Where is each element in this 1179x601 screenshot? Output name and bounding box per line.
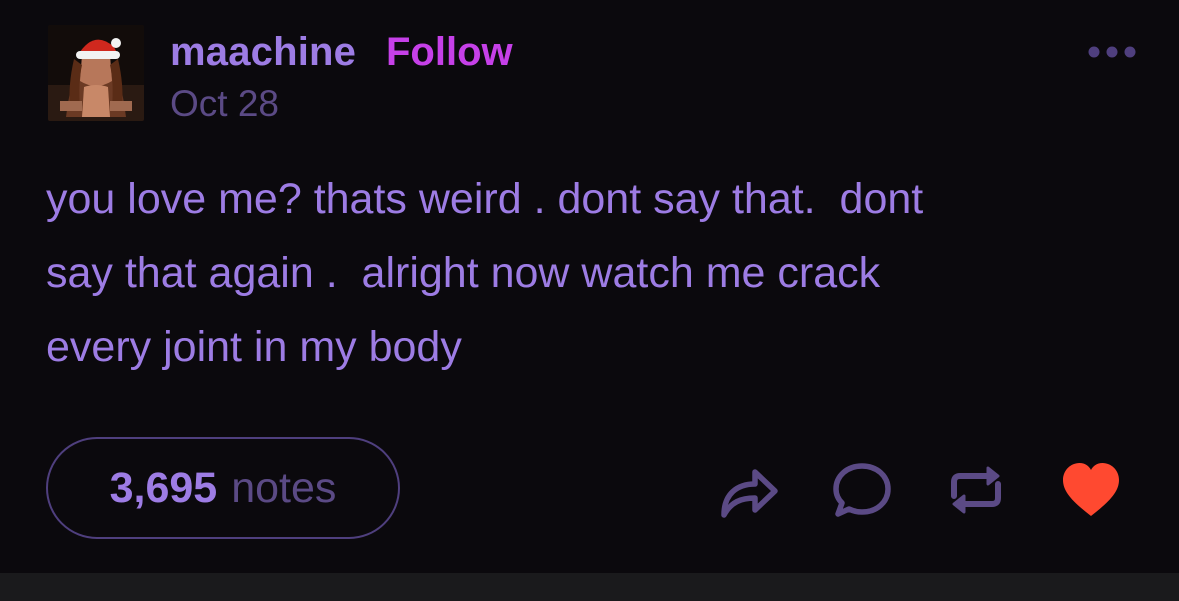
bottom-divider bbox=[0, 573, 1179, 601]
reblog-icon bbox=[951, 466, 1001, 514]
notes-count: 3,695 bbox=[109, 463, 218, 512]
notes-label: notes bbox=[231, 463, 337, 512]
post-body: you love me? thats weird . dont say that… bbox=[46, 175, 924, 371]
notes-button[interactable]: 3,695 notes bbox=[46, 437, 400, 539]
heart-icon bbox=[1063, 463, 1119, 516]
reply-bubble-icon bbox=[833, 463, 891, 517]
reply-button[interactable] bbox=[830, 458, 894, 522]
post-date: Oct 28 bbox=[170, 83, 279, 124]
post-card: maachine Follow Oct 28 you love me? that… bbox=[0, 0, 1179, 573]
more-options-icon bbox=[1088, 46, 1136, 58]
avatar[interactable] bbox=[48, 25, 144, 121]
like-button[interactable] bbox=[1059, 458, 1123, 522]
share-arrow-icon bbox=[721, 469, 778, 518]
reblog-button[interactable] bbox=[944, 458, 1008, 522]
follow-button[interactable]: Follow bbox=[386, 30, 513, 75]
username[interactable]: maachine bbox=[170, 30, 356, 75]
share-button[interactable] bbox=[715, 458, 779, 522]
more-options-button[interactable] bbox=[1082, 38, 1142, 66]
avatar-image bbox=[48, 25, 144, 121]
